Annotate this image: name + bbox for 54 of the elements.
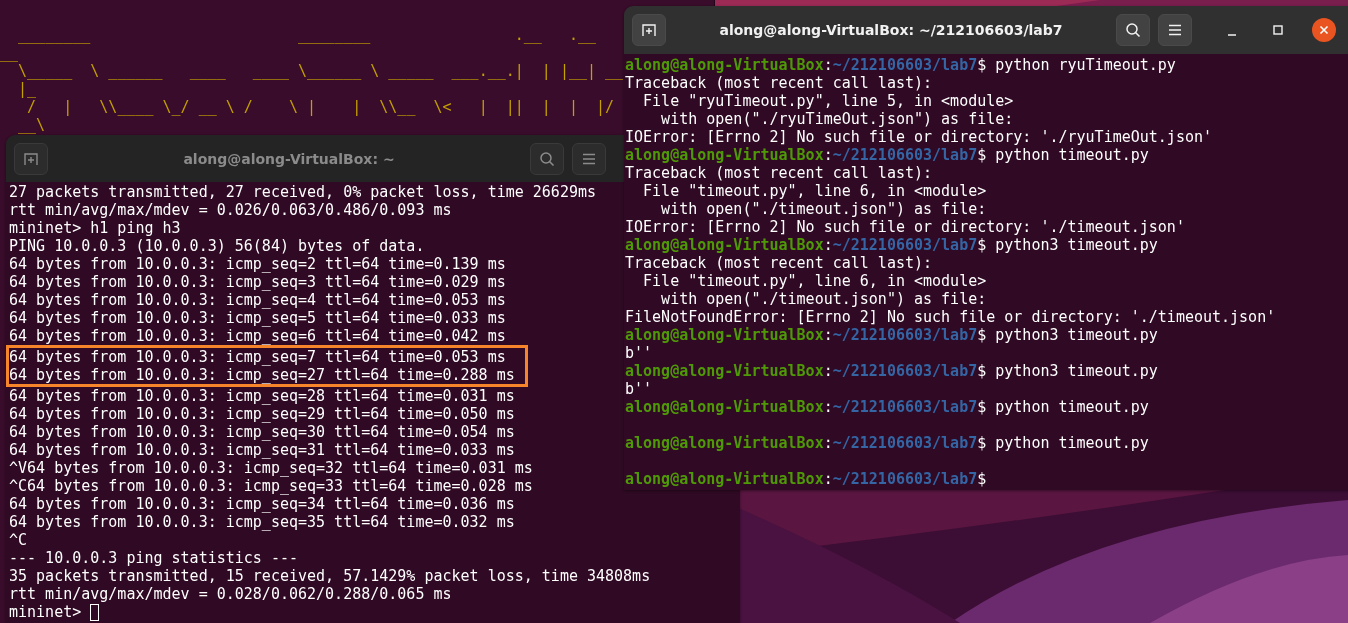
terminal-line: mininet> h1 ping h3 [9,219,181,237]
terminal-line: 64 bytes from 10.0.0.3: icmp_seq=31 ttl=64 time=0.033 ms [9,441,515,459]
terminal-line: 35 packets transmitted, 15 received, 57.1429% packet loss, time 34808ms [9,567,651,585]
terminal-line: 64 bytes from 10.0.0.3: icmp_seq=7 ttl=64 time=0.053 ms [9,348,506,366]
terminal-line: b'' [625,380,653,398]
window-title: along@along-VirtualBox: ~ [182,150,396,167]
prompt-line: along@along-VirtualBox:~/212106603/lab7$ python ryuTimeout.py [625,56,1176,74]
terminal-line: 64 bytes from 10.0.0.3: icmp_seq=2 ttl=64 time=0.139 ms [9,255,506,273]
prompt-line: along@along-VirtualBox:~/212106603/lab7$ python3 timeout.py [625,236,1158,254]
ascii-art-line: ________ ________ .__ .__ [17,26,597,44]
terminal-line: 64 bytes from 10.0.0.3: icmp_seq=35 ttl=64 time=0.032 ms [9,513,515,531]
terminal-line: 64 bytes from 10.0.0.3: icmp_seq=30 ttl=64 time=0.054 ms [9,423,515,441]
window-title: along@along-VirtualBox: ~/212106603/lab7 [718,22,1064,38]
terminal-line: with open("./timeout.json") as file: [660,290,987,308]
prompt-line: along@along-VirtualBox:~/212106603/lab7$ python timeout.py [625,434,1149,452]
ascii-art-line: \_____ \ ______ ____ ____ \______ \ _____ ___.__.| | |__| __ [17,62,624,80]
terminal-line: IOError: [Errno 2] No such file or directory: './timeout.json' [625,218,1185,236]
terminal-line: 64 bytes from 10.0.0.3: icmp_seq=3 ttl=64 time=0.029 ms [9,273,506,291]
prompt-line: along@along-VirtualBox:~/212106603/lab7$ python3 timeout.py [625,326,1158,344]
terminal-line: ^C [9,531,28,549]
terminal-line: IOError: [Errno 2] No such file or directory: './ryuTimeOut.json' [625,128,1212,146]
terminal-line: ^V64 bytes from 10.0.0.3: icmp_seq=32 ttl=64 time=0.031 ms [9,459,533,477]
terminal-line: b'' [625,344,653,362]
terminal-line: Traceback (most recent call last): [625,164,933,182]
terminal-line: 64 bytes from 10.0.0.3: icmp_seq=29 ttl=64 time=0.050 ms [9,405,515,423]
terminal-line: 64 bytes from 10.0.0.3: icmp_seq=34 ttl=64 time=0.036 ms [9,495,515,513]
terminal-line: Traceback (most recent call last): [625,74,933,92]
terminal-line: 27 packets transmitted, 27 received, 0% packet loss, time 26629ms [9,183,596,201]
ascii-art-line: __ [0,44,19,62]
terminal-line: File "timeout.py", line 6, in <module> [642,272,987,290]
prompt-line: along@along-VirtualBox:~/212106603/lab7$ python timeout.py [625,398,1149,416]
terminal-line: with open("./timeout.json") as file: [660,200,987,218]
terminal-line: 64 bytes from 10.0.0.3: icmp_seq=5 ttl=64 time=0.033 ms [9,309,506,327]
terminal-line: File "ryuTimeout.py", line 5, in <module> [642,92,1014,110]
terminal-line: with open("./ryuTimeOut.json") as file: [660,110,1014,128]
terminal-line: mininet> [9,603,83,621]
terminal-line: File "timeout.py", line 6, in <module> [642,182,987,200]
terminal-line: Traceback (most recent call last): [625,254,933,272]
terminal-line: 64 bytes from 10.0.0.3: icmp_seq=28 ttl=64 time=0.031 ms [9,387,515,405]
prompt-line: along@along-VirtualBox:~/212106603/lab7$ python3 timeout.py [625,362,1158,380]
prompt-line: along@along-VirtualBox:~/212106603/lab7$ python timeout.py [625,146,1149,164]
terminal-line: 64 bytes from 10.0.0.3: icmp_seq=27 ttl=64 time=0.288 ms [9,366,515,384]
prompt-line: along@along-VirtualBox:~/212106603/lab7$ [625,470,987,488]
ascii-art-line: __\ [17,116,46,134]
terminal-line: rtt min/avg/max/mdev = 0.026/0.063/0.486/0.093 ms [9,201,452,219]
ascii-art-line: / | \\____ \_/ __ \ / \ | | \\__ \< | || | | |/ [26,98,615,116]
ascii-art-line: |_ [17,80,37,98]
terminal-line: 64 bytes from 10.0.0.3: icmp_seq=4 ttl=64 time=0.053 ms [9,291,506,309]
terminal-line: FileNotFoundError: [Errno 2] No such file or directory: './timeout.json' [625,308,1276,326]
terminal-line: rtt min/avg/max/mdev = 0.028/0.062/0.288/0.065 ms [9,585,452,603]
terminal-line: 64 bytes from 10.0.0.3: icmp_seq=6 ttl=64 time=0.042 ms [9,327,506,345]
terminal-line: --- 10.0.0.3 ping statistics --- [9,549,298,567]
terminal-line: PING 10.0.0.3 (10.0.0.3) 56(84) bytes of data. [9,237,425,255]
terminal-line: ^C64 bytes from 10.0.0.3: icmp_seq=33 ttl=64 time=0.028 ms [9,477,533,495]
